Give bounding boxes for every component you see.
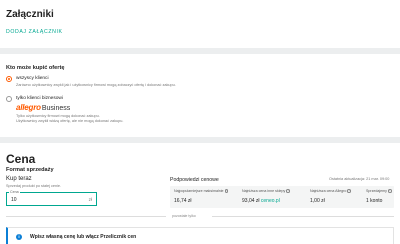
price-input[interactable]: Cena 10 zł xyxy=(6,190,97,206)
buyers-section: Kto może kupić ofertę wszyscy klienci Za… xyxy=(0,54,400,137)
attachments-title: Załączniki xyxy=(6,9,54,20)
col-value-other-shops: 93,04 zł ceneo.pl xyxy=(242,198,280,204)
col-value-allegro: 1,00 zł xyxy=(310,198,325,204)
radio-all-clients[interactable] xyxy=(6,76,12,82)
price-calculator-banner: i Wpisz własną cenę lub włącz Przeliczni… xyxy=(6,227,394,244)
attachments-section: Załączniki DODAJ ZAŁĄCZNIK xyxy=(0,0,400,48)
option-all-label: wszyscy klienci xyxy=(16,76,49,81)
divider-label: pozostałe tylko xyxy=(172,214,196,218)
sale-format-title: Format sprzedaży xyxy=(6,167,54,173)
price-suggestions-title: Podpowiedzi cenowe xyxy=(170,177,219,183)
ceneo-link[interactable]: ceneo.pl xyxy=(261,198,280,204)
buy-now-label: Kup teraz xyxy=(6,176,32,182)
info-icon[interactable]: i xyxy=(347,189,351,193)
logo-word: allegro xyxy=(16,103,41,112)
col-value-selling: 1 konto xyxy=(366,198,383,204)
price-section: Cena Format sprzedaży Kup teraz Sprzedaj… xyxy=(0,143,400,244)
price-title: Cena xyxy=(6,152,36,166)
info-icon[interactable]: i xyxy=(286,189,290,193)
logo-suffix: Business xyxy=(41,105,71,112)
option-business-desc-2: Użytkownicy zwykli widzą ofertę, ale nie… xyxy=(16,119,124,123)
option-all-desc: Zarówno użytkownicy zwykli jak i użytkow… xyxy=(16,83,176,87)
col-header-allegro: Najniższa cena Allegro i xyxy=(310,189,351,193)
info-icon[interactable]: i xyxy=(224,189,229,193)
info-icon: i xyxy=(16,234,22,240)
col-header-popular: Najpopularniejsze maksimalnie i xyxy=(174,189,229,193)
buyers-title: Kto może kupić ofertę xyxy=(6,65,65,71)
col-header-selling: Sprzedajemy i xyxy=(366,189,392,193)
divider-left xyxy=(6,216,166,217)
col-value-popular: 16,74 zł xyxy=(174,198,192,204)
allegro-business-logo: allegroBusiness xyxy=(16,103,70,112)
price-input-unit: zł xyxy=(88,197,92,202)
price-input-value[interactable]: 10 xyxy=(11,197,17,203)
radio-business-clients[interactable] xyxy=(6,96,12,102)
banner-text: Wpisz własną cenę lub włącz Przelicznik … xyxy=(30,234,137,240)
last-updated: Ostatnia aktualizacja: 21 mar. 09:00 xyxy=(329,177,390,181)
info-icon[interactable]: i xyxy=(387,189,392,193)
col-header-other-shops: Najniższa cena inne sklepy i xyxy=(242,189,290,193)
price-input-label: Cena xyxy=(9,190,20,194)
divider-right xyxy=(212,216,394,217)
add-attachment-link[interactable]: DODAJ ZAŁĄCZNIK xyxy=(6,29,63,35)
option-business-label: tylko klienci biznesowi xyxy=(16,96,63,101)
price-suggestions-panel: Najpopularniejsze maksimalnie i 16,74 zł … xyxy=(170,186,394,208)
buy-now-desc: Sprzedaj produkt po stałej cenie. xyxy=(6,184,62,188)
